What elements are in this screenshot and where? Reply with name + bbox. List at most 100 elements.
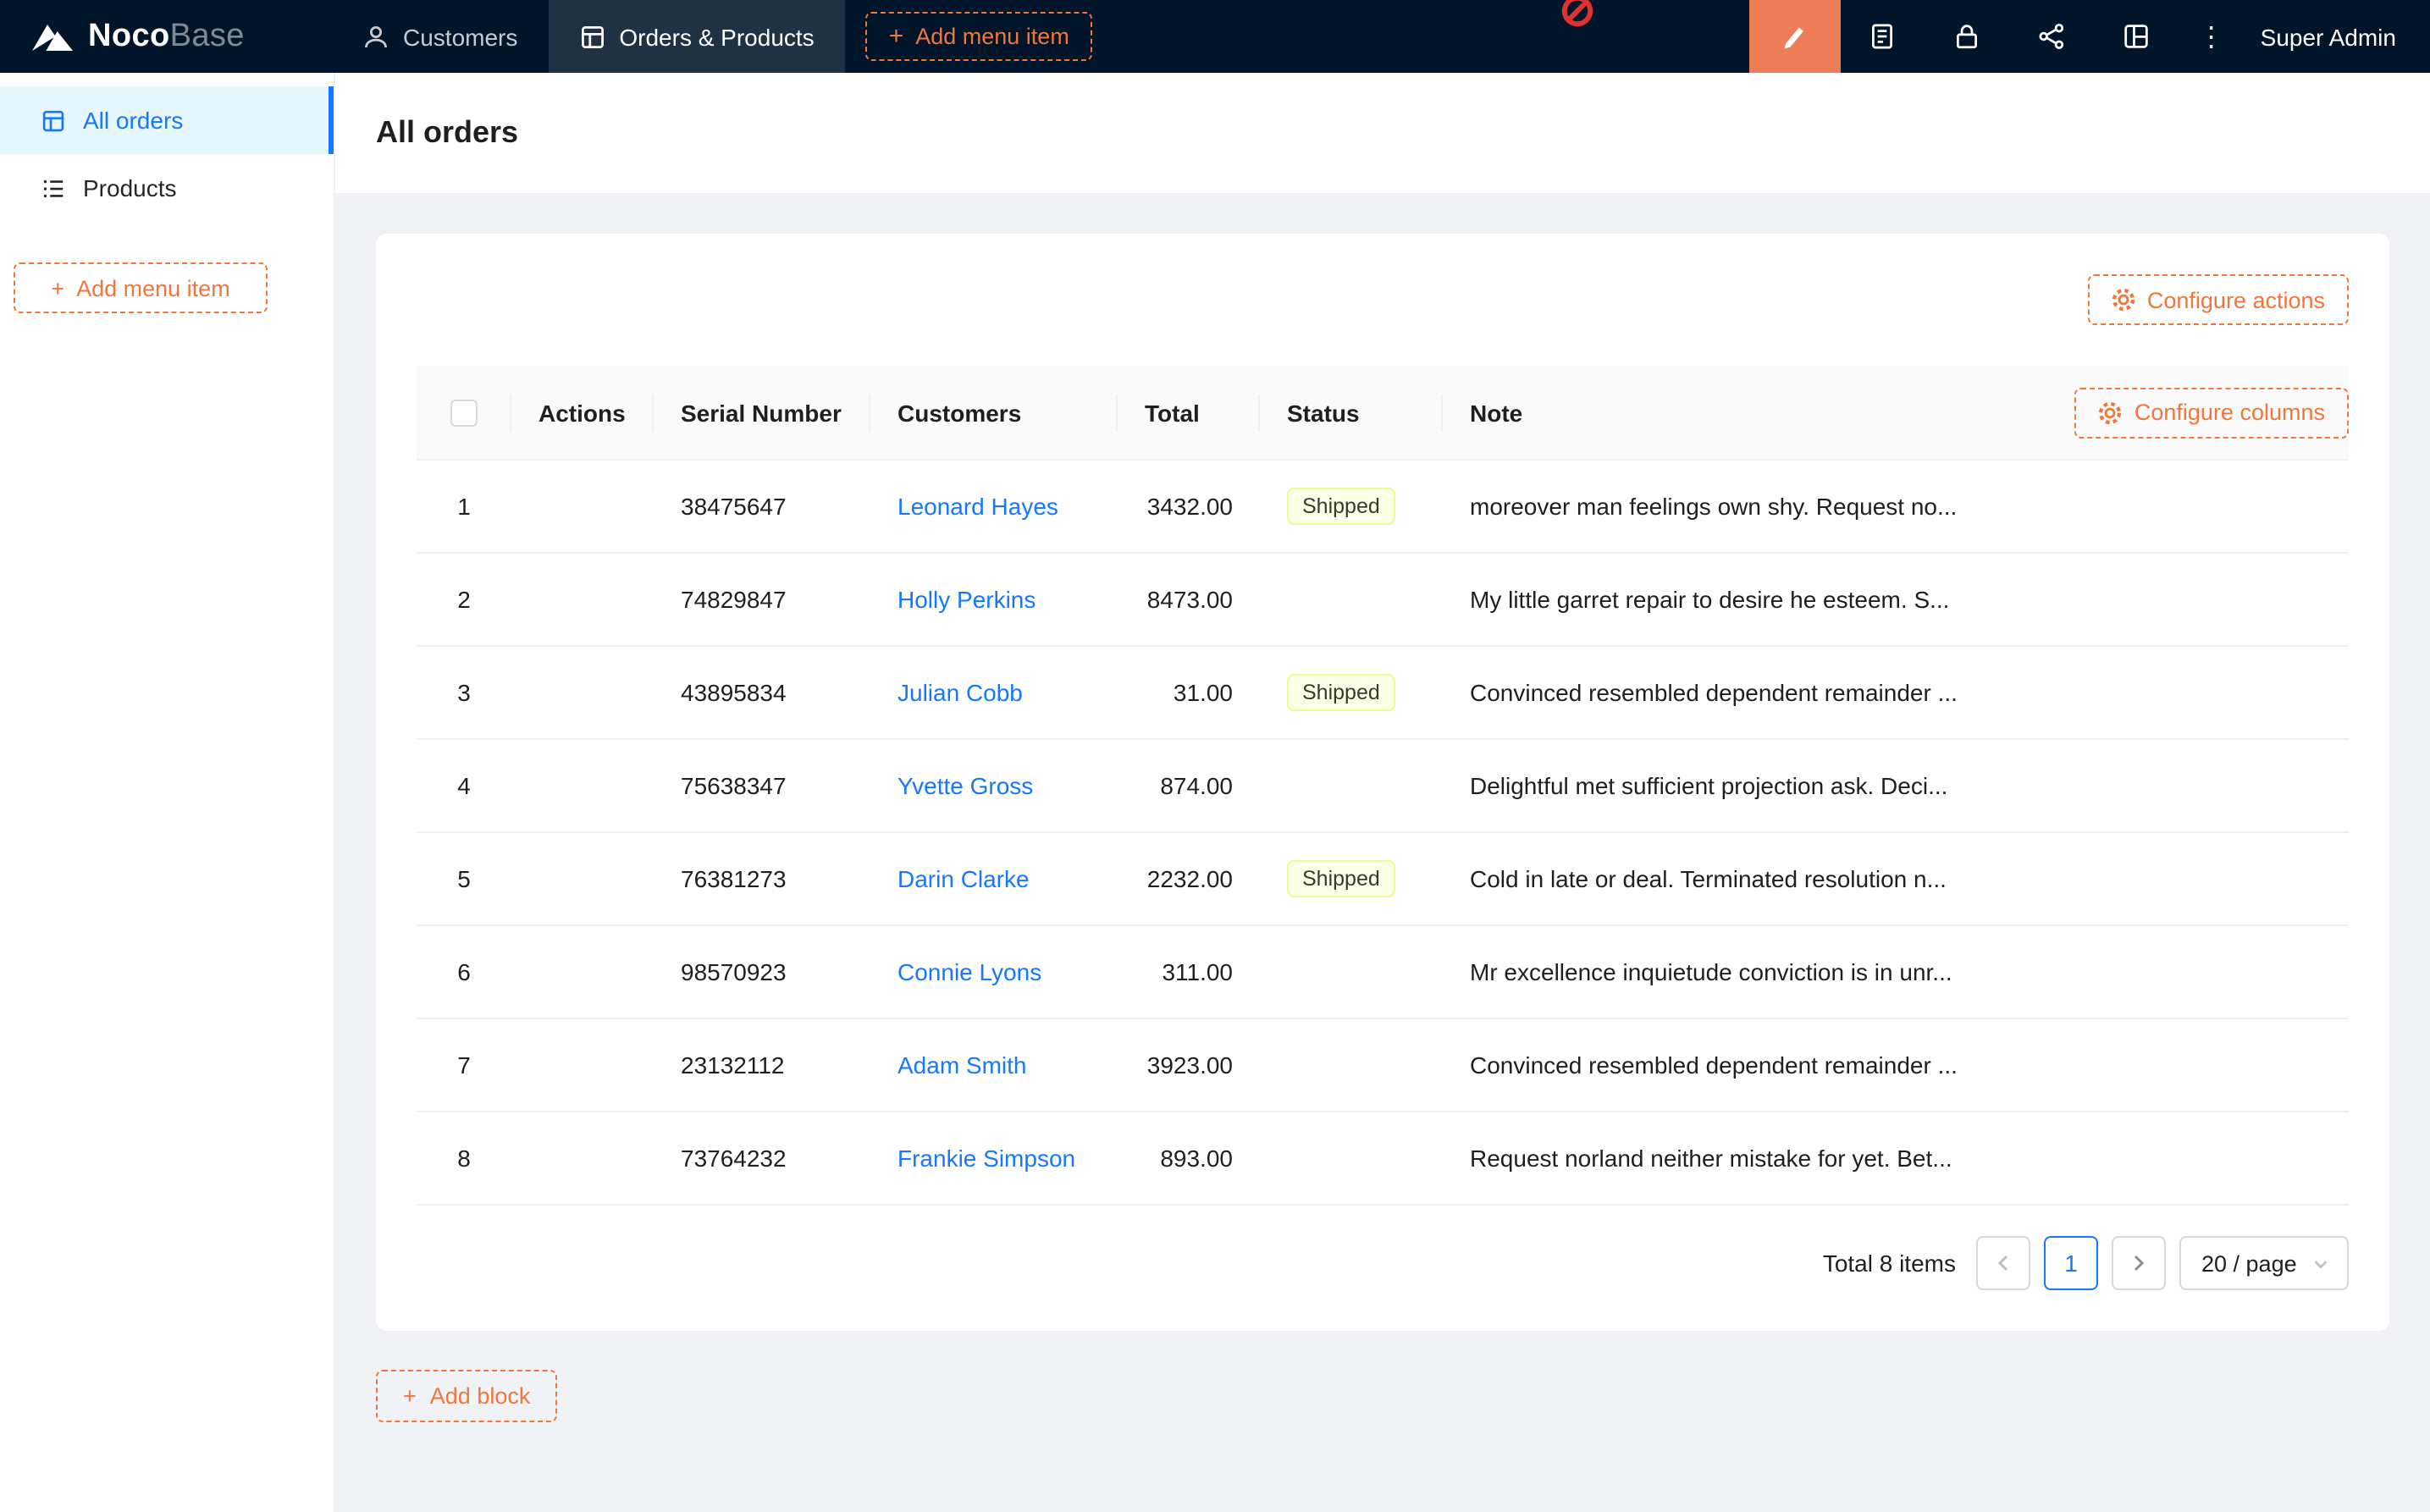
orders-table-block: Configure actions Actions Serial Number … — [376, 234, 2389, 1331]
logo-text: NocoBase — [88, 18, 245, 55]
row-serial-cell: 43895834 — [654, 679, 870, 706]
row-serial-cell: 38475647 — [654, 493, 870, 520]
customer-link[interactable]: Adam Smith — [897, 1051, 1027, 1079]
row-total-cell: 2232.00 — [1118, 865, 1260, 892]
table-header-actions: Actions — [511, 399, 654, 426]
chevron-left-icon — [1993, 1253, 2013, 1273]
row-index: 2 — [417, 586, 511, 613]
table-row: 4 75638347 Yvette Gross 874.00 Delightfu… — [417, 740, 2349, 833]
add-menu-item-button-sidebar[interactable]: + Add menu item — [14, 262, 268, 313]
row-note-cell: moreover man feelings own shy. Request n… — [1443, 493, 2349, 520]
status-tag: Shipped — [1287, 488, 1395, 525]
row-serial-cell: 76381273 — [654, 865, 870, 892]
table-row: 7 23132112 Adam Smith 3923.00 Convinced … — [417, 1019, 2349, 1112]
row-customer-cell: Yvette Gross — [870, 772, 1118, 799]
row-note-cell: Convinced resembled dependent remainder … — [1443, 679, 2349, 706]
configure-columns-label: Configure columns — [2135, 400, 2325, 425]
row-customer-cell: Frankie Simpson — [870, 1145, 1118, 1172]
add-block-button[interactable]: + Add block — [376, 1370, 557, 1422]
lock-button[interactable] — [1925, 0, 2010, 73]
row-total-cell: 31.00 — [1118, 679, 1260, 706]
row-customer-cell: Adam Smith — [870, 1051, 1118, 1079]
header-right-actions: ⋮ Super Admin — [1749, 0, 2430, 73]
page-header: All orders — [335, 73, 2430, 193]
user-menu[interactable]: Super Admin — [2244, 23, 2430, 50]
sidebar-item-label: All orders — [83, 107, 183, 134]
table-header-total: Total — [1118, 399, 1260, 426]
customer-link[interactable]: Yvette Gross — [897, 772, 1033, 799]
row-total-cell: 8473.00 — [1118, 586, 1260, 613]
document-icon — [1869, 22, 1897, 51]
sidebar-item-label: Products — [83, 174, 177, 201]
pagination-page-1[interactable]: 1 — [2044, 1236, 2098, 1290]
row-status-cell: Shipped — [1260, 488, 1443, 525]
row-customer-cell: Leonard Hayes — [870, 493, 1118, 520]
ellipsis-vertical-icon: ⋮ — [2198, 19, 2225, 53]
nocobase-logo-icon — [30, 18, 75, 55]
add-menu-item-button-header[interactable]: + Add menu item — [865, 12, 1093, 61]
block-templates-button[interactable] — [2095, 0, 2179, 73]
pagination-next-button[interactable] — [2112, 1236, 2166, 1290]
row-serial-cell: 73764232 — [654, 1145, 870, 1172]
row-total-cell: 311.00 — [1118, 958, 1260, 985]
share-nodes-icon — [2038, 22, 2067, 51]
row-customer-cell: Darin Clarke — [870, 865, 1118, 892]
nav-tab-label: Orders & Products — [619, 23, 814, 50]
customer-link[interactable]: Frankie Simpson — [897, 1145, 1075, 1172]
add-menu-item-label: Add menu item — [915, 24, 1069, 49]
configure-actions-label: Configure actions — [2147, 287, 2325, 312]
ui-editor-button[interactable] — [1749, 0, 1841, 73]
table-row: 1 38475647 Leonard Hayes 3432.00 Shipped… — [417, 461, 2349, 554]
customer-link[interactable]: Leonard Hayes — [897, 493, 1058, 520]
customer-link[interactable]: Connie Lyons — [897, 958, 1041, 985]
nocobase-logo[interactable]: NocoBase — [0, 0, 332, 73]
pagination: Total 8 items 1 20 / page — [417, 1236, 2349, 1290]
table-row: 8 73764232 Frankie Simpson 893.00 Reques… — [417, 1112, 2349, 1206]
add-menu-item-label: Add menu item — [76, 275, 230, 301]
page-title: All orders — [376, 115, 518, 151]
row-total-cell: 893.00 — [1118, 1145, 1260, 1172]
page-size-select[interactable]: 20 / page — [2179, 1236, 2349, 1290]
nav-tab-customers[interactable]: Customers — [332, 0, 548, 73]
row-index: 1 — [417, 493, 511, 520]
nav-tab-label: Customers — [403, 23, 517, 50]
row-total-cell: 874.00 — [1118, 772, 1260, 799]
select-all-checkbox[interactable] — [450, 399, 478, 426]
customer-link[interactable]: Julian Cobb — [897, 679, 1023, 706]
configure-actions-button[interactable]: Configure actions — [2088, 274, 2349, 325]
sidebar-item-all-orders[interactable]: All orders — [0, 86, 334, 154]
not-allowed-cursor-icon — [1560, 0, 1595, 29]
row-index: 7 — [417, 1051, 511, 1079]
row-note-cell: Mr excellence inquietude conviction is i… — [1443, 958, 2349, 985]
nav-tab-orders-products[interactable]: Orders & Products — [548, 0, 844, 73]
customer-link[interactable]: Holly Perkins — [897, 586, 1036, 613]
row-note-cell: Request norland neither mistake for yet.… — [1443, 1145, 2349, 1172]
highlighter-pen-icon — [1781, 22, 1809, 51]
plus-icon: + — [889, 24, 904, 49]
orders-products-icon — [578, 23, 605, 50]
status-tag: Shipped — [1287, 674, 1395, 711]
configure-columns-button[interactable]: Configure columns — [2075, 387, 2349, 438]
main-content: All orders Configure actions — [335, 73, 2430, 1512]
add-block-label: Add block — [430, 1383, 531, 1409]
sidebar-item-products[interactable]: Products — [0, 154, 334, 222]
sidebar: All orders Products + Add menu item — [0, 73, 335, 1512]
chevron-down-icon — [2311, 1254, 2330, 1272]
content-area: Configure actions Actions Serial Number … — [335, 193, 2430, 1422]
top-header: NocoBase Customers Orders & Products + A… — [0, 0, 2430, 73]
table-row: 3 43895834 Julian Cobb 31.00 Shipped Con… — [417, 647, 2349, 740]
plugin-manager-button[interactable] — [2010, 0, 2095, 73]
pagination-prev-button[interactable] — [1976, 1236, 2030, 1290]
header-nav: Customers Orders & Products + Add menu i… — [332, 0, 1093, 73]
table-header-select — [417, 399, 511, 426]
more-menu-button[interactable]: ⋮ — [2179, 0, 2244, 73]
orders-table: Actions Serial Number Customers Total St… — [417, 366, 2349, 1206]
row-serial-cell: 75638347 — [654, 772, 870, 799]
row-note-cell: Convinced resembled dependent remainder … — [1443, 1051, 2349, 1079]
row-index: 5 — [417, 865, 511, 892]
plus-icon: + — [51, 275, 64, 301]
pagination-total: Total 8 items — [1823, 1250, 1956, 1277]
customer-link[interactable]: Darin Clarke — [897, 865, 1030, 892]
api-doc-button[interactable] — [1841, 0, 1925, 73]
row-customer-cell: Connie Lyons — [870, 958, 1118, 985]
